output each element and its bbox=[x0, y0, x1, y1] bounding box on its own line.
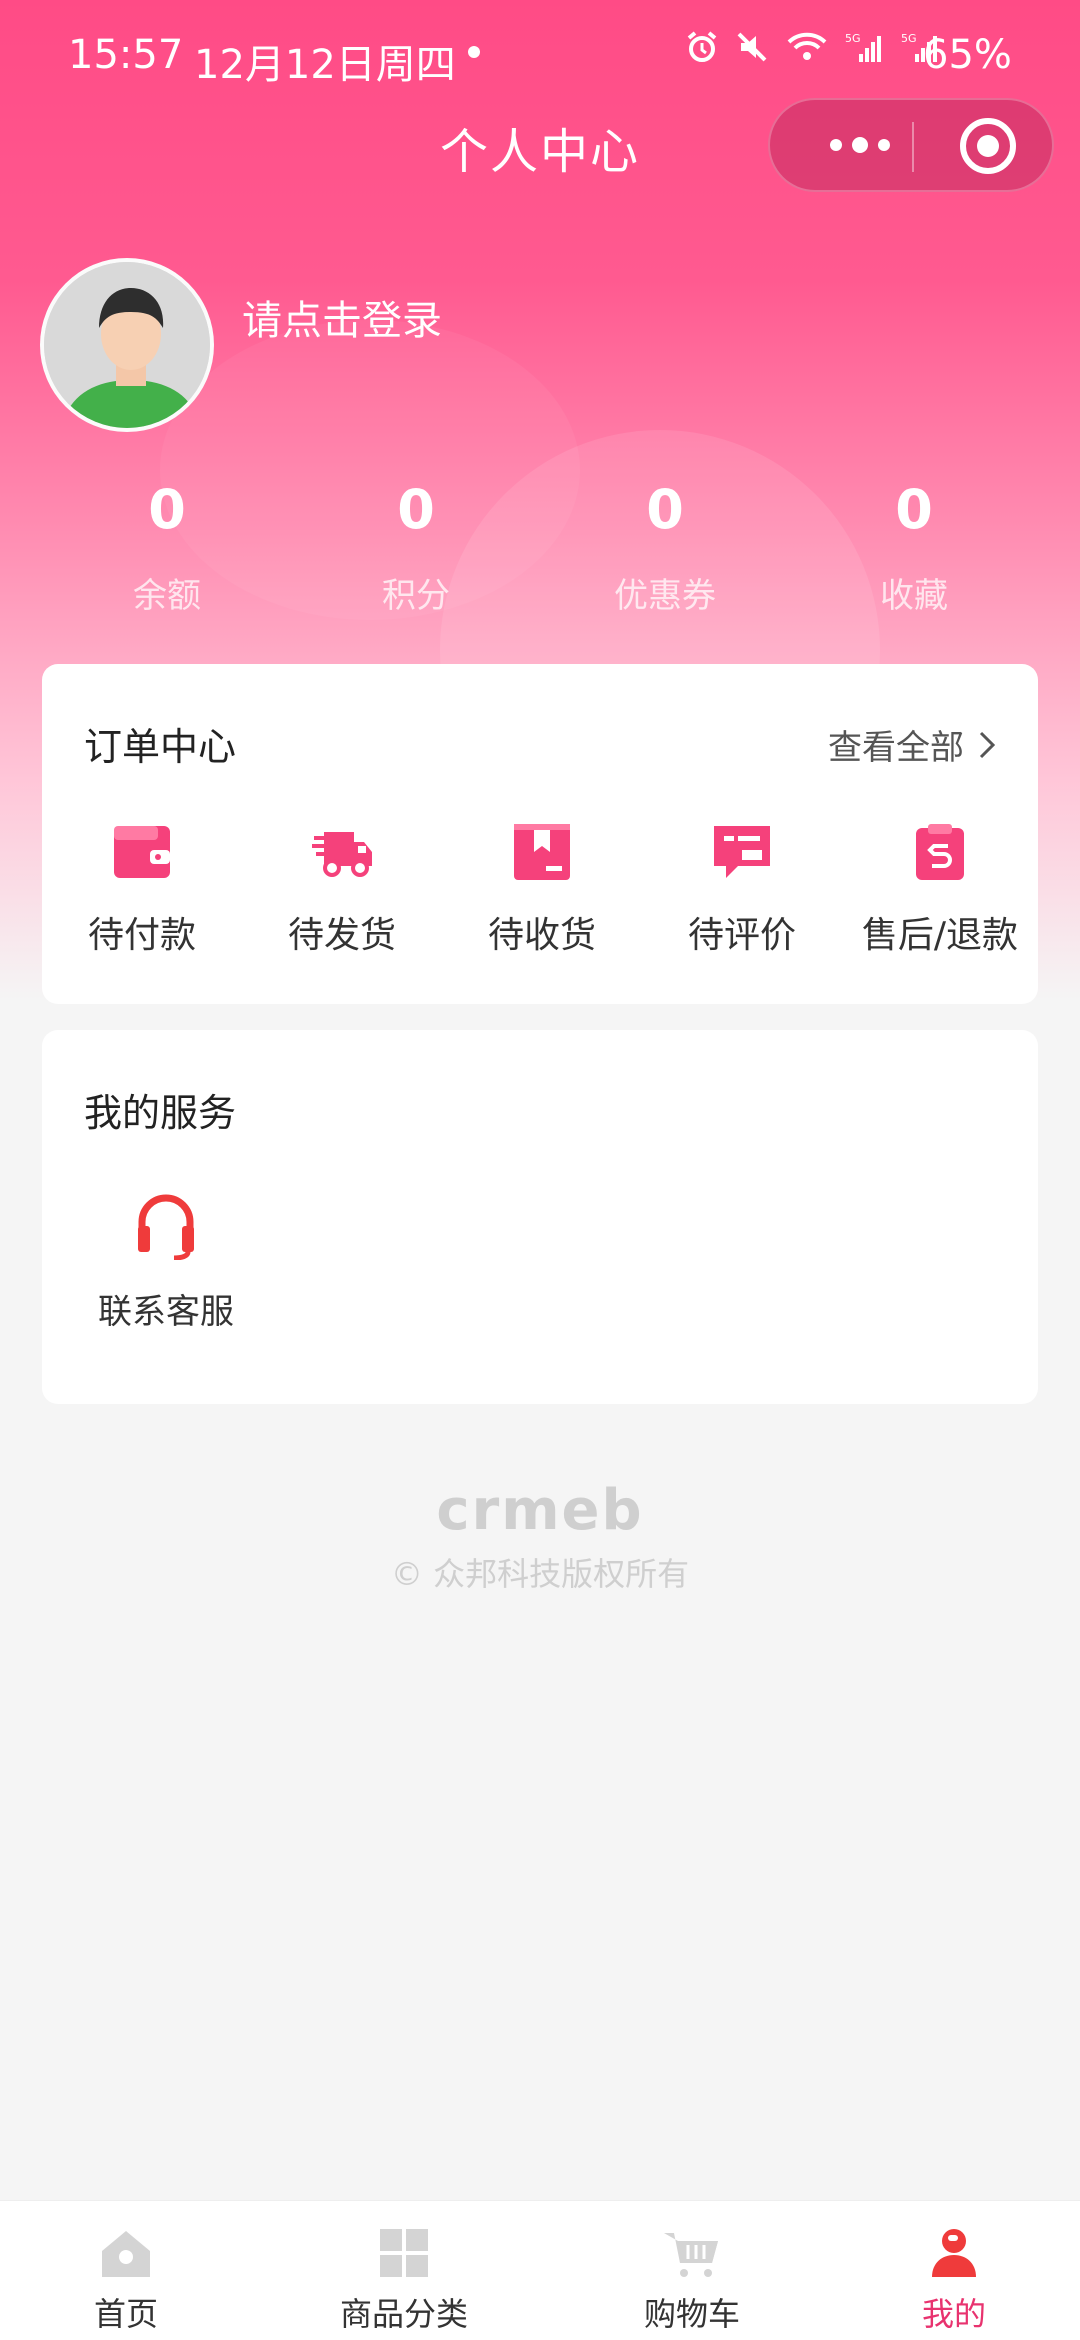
dot-icon bbox=[852, 137, 868, 153]
order-item-label: 待评价 bbox=[687, 915, 796, 956]
status-time: 15:57 bbox=[68, 32, 184, 78]
stat-label: 收藏 bbox=[880, 576, 948, 616]
order-item-label: 待发货 bbox=[287, 915, 396, 956]
bottom-tab-bar: 首页 商品分类 购物车 我的 bbox=[0, 2200, 1080, 2340]
tab-profile[interactable]: 我的 bbox=[844, 2201, 1064, 2340]
tab-label: 商品分类 bbox=[339, 2295, 468, 2333]
refund-icon bbox=[916, 824, 964, 880]
copyright-text: © 众邦科技版权所有 bbox=[390, 1555, 690, 1593]
footer-branding: crmeb © 众邦科技版权所有 bbox=[0, 1478, 1080, 1595]
order-pending-receipt[interactable]: 待收货 bbox=[442, 820, 642, 958]
tab-cart[interactable]: 购物车 bbox=[582, 2201, 802, 2340]
my-services-title: 我的服务 bbox=[84, 1091, 237, 1135]
tab-label: 首页 bbox=[93, 2295, 158, 2333]
cart-icon bbox=[664, 2233, 718, 2277]
order-center-title: 订单中心 bbox=[84, 725, 237, 769]
order-item-label: 待付款 bbox=[87, 915, 196, 956]
stat-label: 积分 bbox=[382, 576, 450, 616]
more-options-button[interactable] bbox=[810, 100, 910, 190]
tab-category[interactable]: 商品分类 bbox=[294, 2201, 514, 2340]
stat-balance[interactable]: 0 余额 bbox=[42, 478, 292, 617]
login-link[interactable]: 请点击登录 bbox=[242, 288, 442, 346]
review-icon bbox=[714, 826, 770, 878]
battery-level: 65% bbox=[923, 32, 1012, 78]
avatar[interactable] bbox=[40, 258, 214, 432]
dot-icon bbox=[830, 139, 842, 151]
home-icon bbox=[102, 2231, 150, 2277]
wallet-icon bbox=[114, 826, 170, 878]
stat-coupons[interactable]: 0 优惠券 bbox=[540, 478, 790, 617]
tab-label: 我的 bbox=[921, 2295, 986, 2333]
brand-logo: crmeb bbox=[436, 1478, 644, 1543]
capsule-divider bbox=[912, 122, 914, 172]
order-after-sales[interactable]: 售后/退款 bbox=[842, 820, 1038, 958]
stat-value: 0 bbox=[646, 478, 684, 541]
stat-value: 0 bbox=[397, 478, 435, 541]
stat-value: 0 bbox=[895, 478, 933, 541]
truck-icon bbox=[312, 832, 372, 877]
svg-text:5G: 5G bbox=[845, 32, 861, 45]
order-item-label: 售后/退款 bbox=[861, 915, 1019, 956]
status-icons: 5G 5G bbox=[685, 30, 941, 64]
notification-dot-icon bbox=[468, 46, 480, 58]
profile-icon bbox=[932, 2229, 976, 2277]
status-bar: 15:57 12月12日周四 5G 5G 65% bbox=[0, 0, 1080, 110]
stat-points[interactable]: 0 积分 bbox=[291, 478, 541, 617]
svg-text:5G: 5G bbox=[901, 32, 917, 45]
order-pending-review[interactable]: 待评价 bbox=[642, 820, 842, 958]
status-date: 12月12日周四 bbox=[194, 42, 456, 88]
tab-label: 购物车 bbox=[643, 2295, 740, 2333]
order-item-label: 待收货 bbox=[487, 915, 596, 956]
wifi-icon bbox=[787, 32, 827, 60]
miniprogram-capsule bbox=[768, 98, 1054, 192]
dot-icon bbox=[878, 139, 890, 151]
chevron-right-icon bbox=[979, 731, 996, 758]
stat-favorites[interactable]: 0 收藏 bbox=[789, 478, 1039, 617]
order-center-card: 订单中心 查看全部 待付款 待发货 待收货 待评价 售后/退款 bbox=[42, 664, 1038, 1004]
alarm-icon bbox=[687, 31, 717, 62]
service-label: 联系客服 bbox=[98, 1292, 234, 1332]
contact-support-item[interactable]: 联系客服 bbox=[84, 1190, 248, 1333]
stat-label: 余额 bbox=[133, 576, 201, 616]
stat-label: 优惠券 bbox=[614, 576, 716, 616]
category-icon bbox=[380, 2227, 428, 2279]
stat-value: 0 bbox=[148, 478, 186, 541]
order-pending-payment[interactable]: 待付款 bbox=[42, 820, 242, 958]
headset-icon bbox=[138, 1194, 194, 1260]
tab-home[interactable]: 首页 bbox=[16, 2201, 236, 2340]
view-all-label: 查看全部 bbox=[828, 728, 964, 768]
close-miniprogram-button[interactable] bbox=[960, 118, 1016, 174]
mute-icon bbox=[737, 32, 767, 62]
default-avatar-icon bbox=[44, 262, 210, 428]
view-all-orders-link[interactable]: 查看全部 bbox=[828, 720, 996, 769]
stats-row: 0 余额 0 积分 0 优惠券 0 收藏 bbox=[0, 478, 1080, 638]
package-icon bbox=[514, 824, 570, 880]
signal-5g-icon: 5G bbox=[845, 32, 881, 62]
order-pending-shipment[interactable]: 待发货 bbox=[242, 820, 442, 958]
my-services-card: 我的服务 联系客服 bbox=[42, 1030, 1038, 1404]
